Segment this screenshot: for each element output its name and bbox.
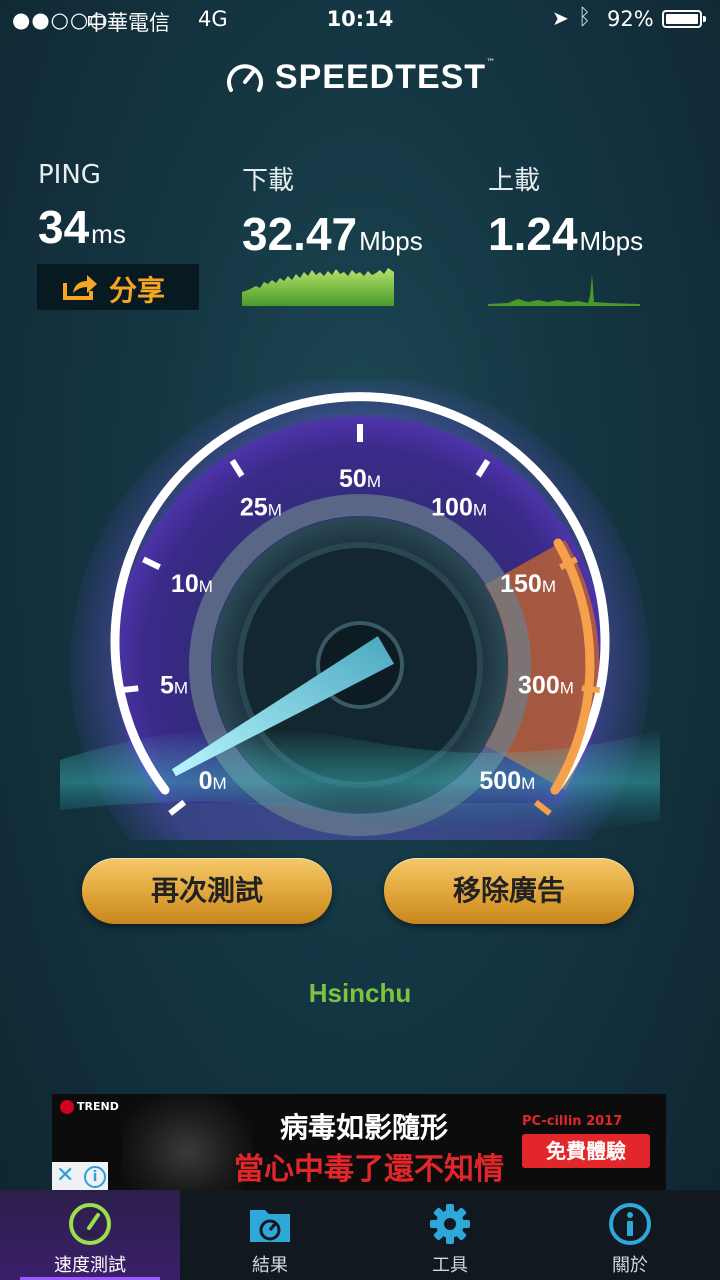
info-icon	[609, 1203, 651, 1245]
ad-subheadline: 當心中毒了還不知情	[234, 1152, 504, 1187]
ad-info-icon[interactable]: i	[84, 1166, 106, 1188]
status-bar: ●●○○○ 中華電信 4G 10:14 ➤ ᛒ 92%	[0, 0, 720, 40]
tab-results-label: 結果	[252, 1255, 288, 1276]
logo-text: SPEEDTEST	[274, 58, 487, 96]
tab-bar: 速度測試 結果 工具 關於	[0, 1190, 720, 1280]
ad-controls: ✕ i	[52, 1162, 108, 1190]
battery-percent: 92%	[607, 7, 654, 31]
upload-value: 1.24	[488, 208, 578, 260]
download-label: 下載	[242, 166, 295, 196]
ad-brand: TREND	[60, 1100, 119, 1114]
trend-logo-icon	[60, 1100, 74, 1114]
tab-speed-test[interactable]: 速度測試	[0, 1190, 180, 1280]
share-icon	[63, 275, 97, 300]
ad-image	[122, 1094, 252, 1190]
app-logo: SPEEDTEST™	[0, 58, 720, 97]
download-unit: Mbps	[359, 226, 423, 256]
remove-ads-button[interactable]: 移除廣告	[384, 858, 634, 924]
ping-unit: ms	[91, 219, 126, 249]
speedtest-logo-icon	[226, 63, 263, 92]
gauge-tick	[581, 685, 600, 694]
tab-speed-test-label: 速度測試	[54, 1255, 126, 1276]
ad-headline: 病毒如影隨形	[280, 1111, 449, 1144]
results-folder-icon	[250, 1210, 290, 1242]
download-sparkline	[242, 268, 394, 306]
speedometer-icon	[69, 1203, 111, 1245]
ad-banner[interactable]: TREND 病毒如影隨形 當心中毒了還不知情 PC-cillin 2017 免費…	[52, 1094, 666, 1190]
tab-about-label: 關於	[612, 1255, 648, 1276]
location-icon: ➤	[552, 6, 569, 30]
gear-icon	[430, 1204, 470, 1244]
share-button[interactable]: 分享	[37, 264, 199, 310]
retest-button[interactable]: 再次測試	[82, 858, 332, 924]
ad-product: PC-cillin 2017	[522, 1114, 623, 1129]
ad-cta-button[interactable]: 免費體驗	[522, 1134, 650, 1168]
tab-results[interactable]: 結果	[180, 1190, 360, 1280]
server-location[interactable]: Hsinchu	[0, 978, 720, 1009]
tab-about[interactable]: 關於	[540, 1190, 720, 1280]
download-value: 32.47	[242, 208, 358, 260]
upload-label: 上載	[488, 166, 541, 196]
ping-label: PING	[38, 160, 101, 190]
ad-close-icon[interactable]: ✕	[56, 1163, 74, 1188]
speed-gauge: 0M5M10M25M50M100M150M300M500M	[60, 380, 660, 840]
battery-icon	[662, 10, 706, 28]
download-result: 下載 32.47Mbps	[242, 160, 423, 261]
share-label: 分享	[109, 274, 166, 307]
tab-tools-label: 工具	[432, 1255, 468, 1276]
bluetooth-icon: ᛒ	[578, 5, 592, 30]
upload-result: 上載 1.24Mbps	[488, 160, 643, 261]
trademark: ™	[486, 58, 496, 68]
upload-unit: Mbps	[579, 226, 644, 256]
ping-value: 34	[38, 201, 90, 253]
tab-tools[interactable]: 工具	[360, 1190, 540, 1280]
ping-result: PING 34ms	[38, 160, 126, 254]
upload-sparkline	[488, 274, 640, 306]
gauge-tick	[120, 685, 139, 694]
